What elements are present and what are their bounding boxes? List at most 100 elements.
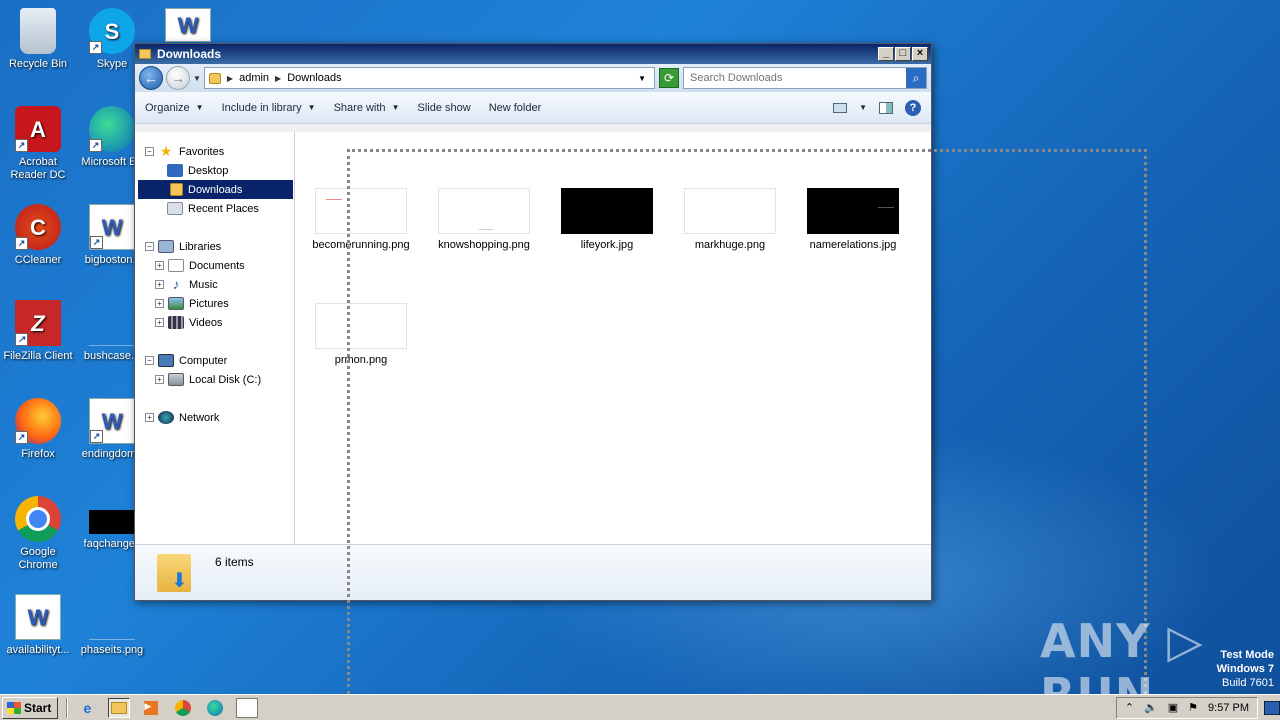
image-thumbnail xyxy=(561,188,653,234)
desktop-icon-acrobat[interactable]: A ↗ Acrobat Reader DC xyxy=(0,106,76,182)
nav-label: Documents xyxy=(189,259,245,272)
image-thumbnail xyxy=(315,303,407,349)
desktop-icon-word-doc-top[interactable]: W xyxy=(150,8,226,46)
nav-documents[interactable]: + Documents xyxy=(135,256,294,275)
help-icon[interactable]: ? xyxy=(905,99,921,116)
desktop-icon-label: FileZilla Client xyxy=(3,350,73,362)
include-in-library-button[interactable]: Include in library ▼ xyxy=(222,102,316,114)
address-dropdown-icon[interactable]: ▼ xyxy=(638,74,654,83)
expand-toggle[interactable]: + xyxy=(155,261,164,270)
new-folder-button[interactable]: New folder xyxy=(489,102,542,114)
internet-explorer-icon[interactable]: e xyxy=(76,698,98,718)
minimize-button[interactable]: _ xyxy=(878,47,894,61)
file-item[interactable]: prmon.png xyxy=(301,303,421,366)
file-item[interactable]: markhuge.png xyxy=(670,188,790,251)
start-button[interactable]: Start xyxy=(2,696,59,719)
action-center-flag-icon[interactable]: ⚑ xyxy=(1188,701,1198,714)
chevron-right-icon[interactable]: ▶ xyxy=(275,74,281,83)
media-player-button[interactable]: ▶ xyxy=(140,698,162,718)
file-item[interactable]: lifeyork.jpg xyxy=(547,188,667,251)
file-item[interactable]: knowshopping.png xyxy=(424,188,544,251)
os-label: Windows 7 xyxy=(1216,663,1274,675)
desktop-icon-label: bigboston.r xyxy=(84,254,140,266)
navigation-pane[interactable]: − ★ Favorites Desktop Downloads Recent Pla… xyxy=(135,132,295,544)
address-bar[interactable]: ▶ admin ▶ Downloads ▼ xyxy=(203,67,655,89)
refresh-button[interactable]: ⟳ xyxy=(659,68,679,88)
expand-toggle[interactable]: + xyxy=(155,375,164,384)
nav-libraries[interactable]: − Libraries xyxy=(135,237,294,256)
collapse-toggle[interactable]: − xyxy=(145,356,154,365)
acrobat-icon: A ↗ xyxy=(15,106,61,152)
desktop-icon-phaseits[interactable]: phaseits.png xyxy=(74,594,150,657)
close-button[interactable]: × xyxy=(912,47,928,61)
desktop-icon-firefox[interactable]: ↗ Firefox xyxy=(0,398,76,461)
organize-label: Organize xyxy=(145,101,190,114)
file-item[interactable]: becomerunning.png xyxy=(301,188,421,251)
nav-music[interactable]: + ♪ Music xyxy=(135,275,294,294)
change-view-icon[interactable] xyxy=(833,102,848,113)
desktop-icon-availability[interactable]: W availabilityt... xyxy=(0,594,76,657)
search-input[interactable] xyxy=(690,72,906,84)
nav-pictures[interactable]: + Pictures xyxy=(135,294,294,313)
chrome-button[interactable] xyxy=(172,698,194,718)
downloads-folder-icon xyxy=(170,183,183,196)
forward-button[interactable]: → xyxy=(166,66,190,90)
edge-icon xyxy=(207,699,224,716)
search-box[interactable]: ⌕ xyxy=(683,67,927,89)
nav-recent-places[interactable]: Recent Places xyxy=(135,199,294,218)
back-button[interactable]: ← xyxy=(139,66,163,90)
desktop-icon-chrome[interactable]: Google Chrome xyxy=(0,496,76,572)
nav-downloads[interactable]: Downloads xyxy=(138,180,293,199)
skype-icon: S ↗ xyxy=(89,8,135,54)
view-options-dropdown[interactable]: ▼ xyxy=(859,103,867,112)
share-with-button[interactable]: Share with ▼ xyxy=(334,102,400,114)
preview-pane-icon[interactable] xyxy=(879,101,893,114)
file-list[interactable]: becomerunning.png knowshopping.png lifey… xyxy=(295,132,931,544)
show-desktop-button[interactable] xyxy=(1264,700,1280,715)
app-window-icon[interactable] xyxy=(236,697,259,718)
volume-icon[interactable]: 🔈 xyxy=(1144,701,1158,714)
slide-show-button[interactable]: Slide show xyxy=(417,102,470,114)
desktop-icon-label: faqchanges xyxy=(83,538,141,550)
breadcrumb-admin[interactable]: admin xyxy=(239,72,269,84)
expand-toggle[interactable]: + xyxy=(155,299,164,308)
taskbar-explorer-button[interactable] xyxy=(108,697,131,718)
recent-pages-dropdown[interactable]: ▼ xyxy=(193,74,201,83)
clock[interactable]: 9:57 PM xyxy=(1208,702,1249,714)
show-hidden-icons-icon[interactable]: ⌃ xyxy=(1125,701,1134,714)
collapse-toggle[interactable]: − xyxy=(145,147,154,156)
firefox-icon: ↗ xyxy=(15,398,61,444)
nav-local-disk[interactable]: + Local Disk (C:) xyxy=(135,370,294,389)
nav-label: Pictures xyxy=(189,297,229,310)
nav-videos[interactable]: + Videos xyxy=(135,313,294,332)
nav-network[interactable]: + Network xyxy=(135,408,294,427)
test-mode-label: Test Mode xyxy=(1220,649,1274,661)
recycle-bin-icon xyxy=(20,8,56,54)
folder-icon xyxy=(208,72,221,84)
nav-label: Network xyxy=(179,411,220,424)
desktop-icon-label: CCleaner xyxy=(14,254,62,266)
nav-favorites[interactable]: − ★ Favorites xyxy=(135,142,294,161)
chevron-right-icon[interactable]: ▶ xyxy=(227,74,233,83)
search-icon[interactable]: ⌕ xyxy=(906,68,926,88)
title-bar[interactable]: Downloads _ □ × xyxy=(135,44,931,64)
explorer-window[interactable]: Downloads _ □ × ← → ▼ ▶ admin ▶ Download… xyxy=(134,43,932,601)
edge-button[interactable] xyxy=(204,698,226,718)
network-tray-icon[interactable]: ▣ xyxy=(1168,701,1178,714)
file-item[interactable]: namerelations.jpg xyxy=(793,188,913,251)
desktop-icon-filezilla[interactable]: Z ↗ FileZilla Client xyxy=(0,300,76,363)
expand-toggle[interactable]: + xyxy=(155,280,164,289)
breadcrumb-downloads[interactable]: Downloads xyxy=(287,72,341,84)
desktop-icon-recycle-bin[interactable]: Recycle Bin xyxy=(0,8,76,71)
collapse-toggle[interactable]: − xyxy=(145,242,154,251)
expand-toggle[interactable]: + xyxy=(145,413,154,422)
word-doc-icon: W ↗ xyxy=(89,204,135,250)
word-doc-icon: W xyxy=(15,594,61,640)
nav-computer[interactable]: − Computer xyxy=(135,351,294,370)
maximize-button[interactable]: □ xyxy=(895,47,911,61)
expand-toggle[interactable]: + xyxy=(155,318,164,327)
organize-button[interactable]: Organize ▼ xyxy=(145,102,204,114)
desktop-icon-ccleaner[interactable]: C ↗ CCleaner xyxy=(0,204,76,267)
nav-label: Videos xyxy=(189,316,223,329)
nav-desktop[interactable]: Desktop xyxy=(135,161,294,180)
